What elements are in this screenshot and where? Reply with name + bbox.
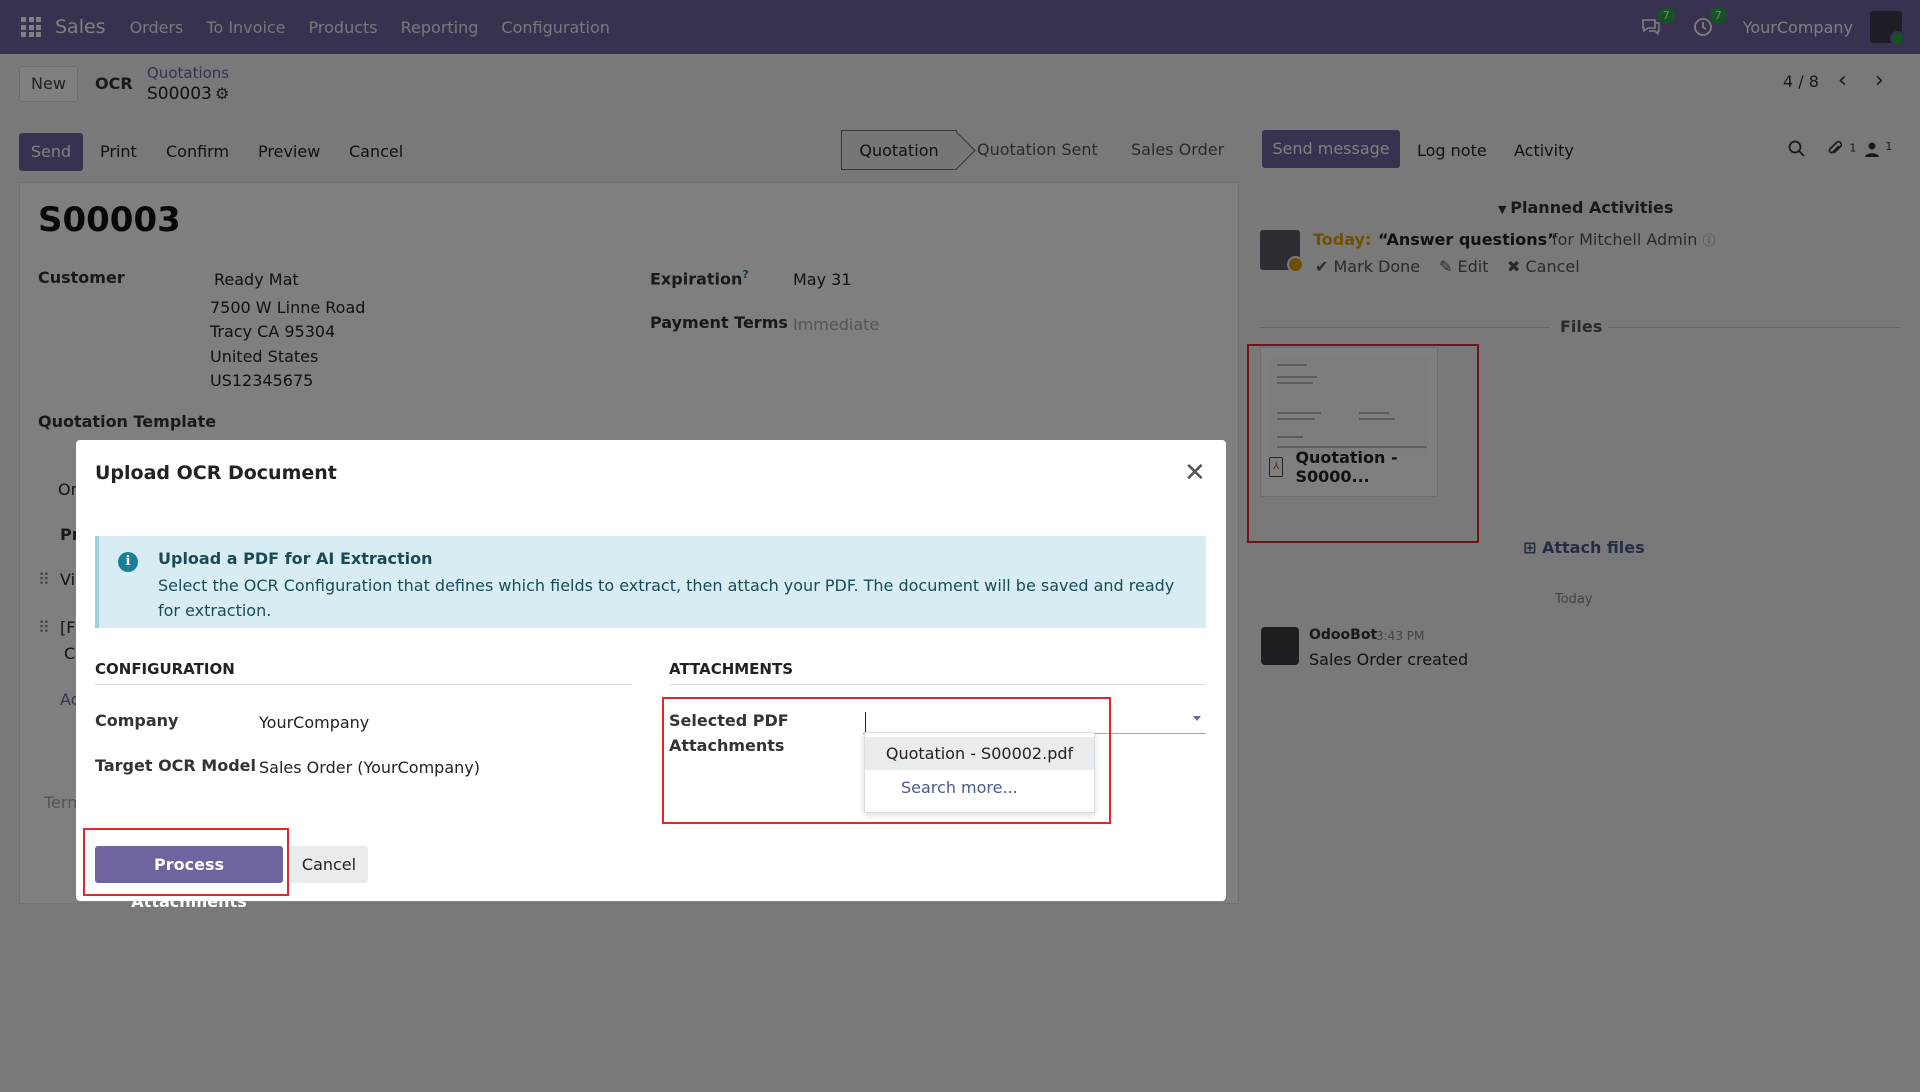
target-model-label: Target OCR Model [95, 756, 256, 775]
attachments-section-title: ATTACHMENTS [669, 660, 1206, 685]
info-alert: i Upload a PDF for AI Extraction Select … [95, 536, 1206, 628]
dropdown-caret-icon[interactable] [1193, 716, 1201, 721]
cancel-button[interactable]: Cancel [290, 846, 368, 883]
highlight-attachments-field [662, 697, 1111, 824]
dialog-title: Upload OCR Document [95, 462, 337, 484]
highlight-process-button [83, 828, 289, 896]
configuration-section-title: CONFIGURATION [95, 660, 632, 685]
alert-title: Upload a PDF for AI Extraction [158, 549, 433, 568]
company-field[interactable]: YourCompany [259, 713, 369, 732]
info-icon: i [118, 552, 138, 572]
alert-body: Select the OCR Configuration that define… [158, 576, 1175, 620]
close-icon[interactable]: ✕ [1184, 458, 1206, 488]
target-model-field[interactable]: Sales Order (YourCompany) [259, 758, 480, 777]
company-label: Company [95, 711, 179, 730]
